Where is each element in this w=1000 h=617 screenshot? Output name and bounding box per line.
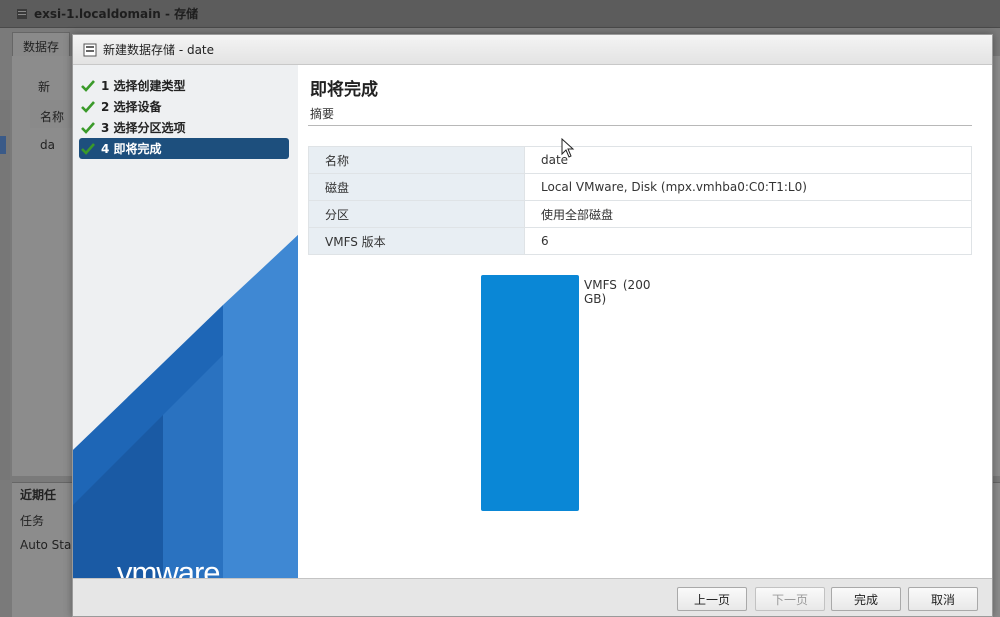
summary-value: date: [524, 146, 972, 174]
recent-tasks-row[interactable]: Auto Star: [20, 538, 76, 552]
background-tabs: 数据存: [12, 32, 71, 60]
wizard-step-3[interactable]: 3 选择分区选项: [79, 117, 289, 138]
page-title: 即将完成: [310, 80, 378, 100]
background-left-strip: [0, 100, 10, 480]
divider: [308, 125, 972, 126]
wizard-step-label: 3 选择分区选项: [101, 121, 186, 135]
summary-key: 磁盘: [308, 173, 525, 201]
summary-row: 名称 date: [308, 146, 972, 174]
check-icon: [81, 100, 95, 113]
background-window-title: exsi-1.localdomain - 存储: [34, 7, 199, 21]
storage-icon: [17, 8, 27, 19]
background-new-datastore-button[interactable]: 新: [38, 78, 50, 95]
check-icon: [81, 142, 95, 155]
dialog-titlebar[interactable]: 新建数据存储 - date: [73, 35, 992, 65]
dialog-title: 新建数据存储 - date: [103, 43, 215, 57]
wizard-steps: 1 选择创建类型 2 选择设备 3 选择分区选项 4 即将完成: [79, 75, 289, 159]
wizard-step-4[interactable]: 4 即将完成: [79, 138, 289, 159]
page-subtitle: 摘要: [310, 107, 335, 121]
new-datastore-dialog: 新建数据存储 - date 1 选择创建类型 2 选择设备 3 选择分区选项 4…: [72, 34, 993, 617]
vmware-logo: vmware: [117, 555, 221, 578]
wizard-step-label: 2 选择设备: [101, 100, 162, 114]
summary-row: 分区 使用全部磁盘: [308, 200, 972, 228]
partition-name: VMFS: [584, 278, 617, 292]
summary-value: Local VMware, Disk (mpx.vmhba0:C0:T1:L0): [524, 173, 972, 201]
new-datastore-label: 新: [38, 80, 51, 94]
summary-table: 名称 date 磁盘 Local VMware, Disk (mpx.vmhba…: [308, 146, 972, 255]
next-button[interactable]: 下一页: [755, 587, 825, 611]
vmfs-partition-label: VMFS (200 GB): [584, 278, 650, 306]
selection-marker: [0, 136, 6, 154]
wizard-step-2[interactable]: 2 选择设备: [79, 96, 289, 117]
summary-key: VMFS 版本: [308, 227, 525, 255]
check-icon: [81, 121, 95, 134]
recent-tasks-column-task[interactable]: 任务: [20, 512, 44, 529]
wizard-navigation: 1 选择创建类型 2 选择设备 3 选择分区选项 4 即将完成 vmware: [73, 65, 298, 578]
datastore-icon: [83, 43, 97, 56]
summary-value: 使用全部磁盘: [524, 200, 972, 228]
finish-button[interactable]: 完成: [831, 587, 901, 611]
wizard-content: 即将完成 摘要 名称 date 磁盘 Local VMware, Disk (m…: [298, 65, 992, 578]
check-icon: [81, 79, 95, 92]
background-table-row[interactable]: da: [30, 130, 65, 160]
previous-button[interactable]: 上一页: [677, 587, 747, 611]
summary-key: 名称: [308, 146, 525, 174]
background-titlebar: exsi-1.localdomain - 存储: [0, 0, 1000, 28]
wizard-step-label: 1 选择创建类型: [101, 79, 186, 93]
summary-row: VMFS 版本 6: [308, 227, 972, 255]
summary-value: 6: [524, 227, 972, 255]
cancel-button[interactable]: 取消: [908, 587, 978, 611]
mouse-cursor-icon: [561, 138, 575, 158]
summary-key: 分区: [308, 200, 525, 228]
recent-tasks-title: 近期任: [20, 488, 57, 502]
wizard-step-1[interactable]: 1 选择创建类型: [79, 75, 289, 96]
summary-row: 磁盘 Local VMware, Disk (mpx.vmhba0:C0:T1:…: [308, 173, 972, 201]
vmfs-partition-bar: [481, 275, 579, 511]
wizard-step-label: 4 即将完成: [101, 142, 162, 156]
dialog-footer: 上一页 下一页 完成 取消: [73, 578, 992, 616]
